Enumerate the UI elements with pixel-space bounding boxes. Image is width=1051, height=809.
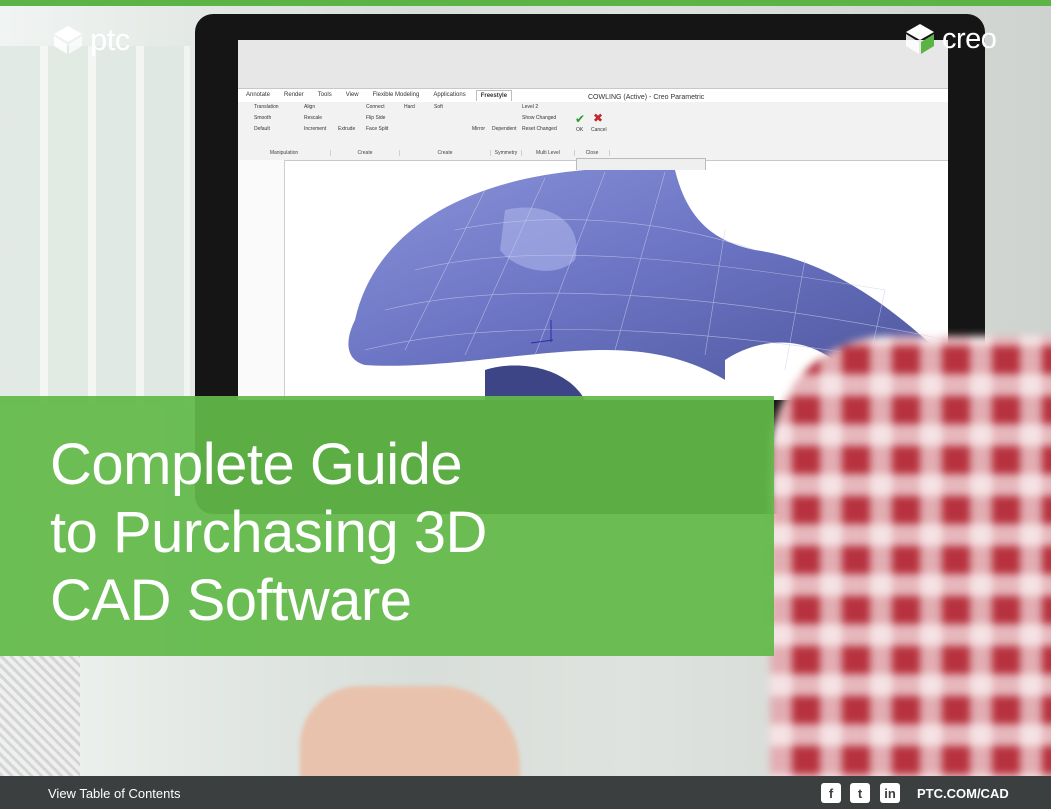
ribbon-group-label: Manipulation xyxy=(238,150,331,156)
screen-button[interactable]: Mirror xyxy=(472,126,485,132)
screen-button[interactable]: Hard xyxy=(404,104,415,110)
user-hand xyxy=(300,686,520,776)
creo-logo[interactable]: creo xyxy=(904,22,997,56)
screen-button[interactable]: Connect xyxy=(366,104,385,110)
ribbon-group-label: Close xyxy=(575,150,610,156)
screen-button[interactable]: Dependent xyxy=(492,126,516,132)
screen-button[interactable]: Increment xyxy=(304,126,326,132)
screen-tab[interactable]: Render xyxy=(280,90,308,101)
screen-ribbon-tabs: Annotate Render Tools View Flexible Mode… xyxy=(242,90,513,101)
facebook-icon[interactable]: f xyxy=(821,783,841,803)
plaid-shirt xyxy=(770,336,1051,776)
screen-tab[interactable]: View xyxy=(342,90,363,101)
title-line-2: to Purchasing 3D xyxy=(50,500,487,565)
ribbon-group-label: Create xyxy=(331,150,400,156)
ribbon-group-label: Multi Level xyxy=(522,150,575,156)
model-tree-panel[interactable] xyxy=(238,160,285,400)
screen-tab-active[interactable]: Freestyle xyxy=(475,90,513,101)
ribbon-group-label: Symmetry xyxy=(491,150,522,156)
ptc-logo-text: ptc xyxy=(90,22,130,57)
footer-bar: View Table of Contents f t in PTC.COM/CA… xyxy=(0,776,1051,809)
screen-button[interactable]: Align xyxy=(304,104,315,110)
screen-button[interactable]: Translation xyxy=(254,104,279,110)
title-line-1: Complete Guide xyxy=(50,432,463,497)
screen-button[interactable]: Show Changed xyxy=(522,115,556,121)
ptc-cad-link[interactable]: PTC.COM/CAD xyxy=(917,786,1009,801)
screen-button[interactable]: Extrude xyxy=(338,126,355,132)
screen-button[interactable]: Level 2 xyxy=(522,104,538,110)
cancel-x-icon[interactable]: ✖ xyxy=(593,111,603,125)
screen-tab[interactable]: Flexible Modeling xyxy=(369,90,424,101)
ribbon-group-label: Create xyxy=(400,150,491,156)
title-line-3: CAD Software xyxy=(50,568,412,633)
screen-button[interactable]: Flip Side xyxy=(366,115,385,121)
hero-photo: Annotate Render Tools View Flexible Mode… xyxy=(0,6,1051,776)
screen-tab[interactable]: Applications xyxy=(429,90,469,101)
screen-button[interactable]: Smooth xyxy=(254,115,271,121)
screen-button[interactable]: Rescale xyxy=(304,115,322,121)
ptc-cube-icon xyxy=(54,26,82,54)
view-toc-link[interactable]: View Table of Contents xyxy=(48,786,181,801)
ptc-logo[interactable]: ptc xyxy=(52,22,130,58)
screen-title-bar xyxy=(238,40,948,89)
background-window xyxy=(0,46,190,406)
twitter-icon[interactable]: t xyxy=(850,783,870,803)
ok-check-icon[interactable]: ✔ xyxy=(575,112,585,126)
creo-cube-icon xyxy=(906,24,934,54)
pen-cup xyxy=(0,656,80,776)
cancel-button[interactable]: Cancel xyxy=(591,127,607,133)
title-overlay: Complete Guide to Purchasing 3D CAD Soft… xyxy=(0,396,774,656)
screen-tab[interactable]: Tools xyxy=(314,90,336,101)
screen-window-title: COWLING (Active) - Creo Parametric xyxy=(588,94,705,101)
screen-button[interactable]: Face Split xyxy=(366,126,388,132)
creo-logo-text: creo xyxy=(942,22,997,55)
linkedin-icon[interactable]: in xyxy=(880,783,900,803)
screen-ribbon-groups: Manipulation Create Create Symmetry Mult… xyxy=(238,150,948,156)
screen-button[interactable]: Default xyxy=(254,126,270,132)
screen-tab[interactable]: Annotate xyxy=(242,90,274,101)
screen-button[interactable]: Reset Changed xyxy=(522,126,557,132)
screen-button[interactable]: Soft xyxy=(434,104,443,110)
ok-button[interactable]: OK xyxy=(576,127,583,133)
